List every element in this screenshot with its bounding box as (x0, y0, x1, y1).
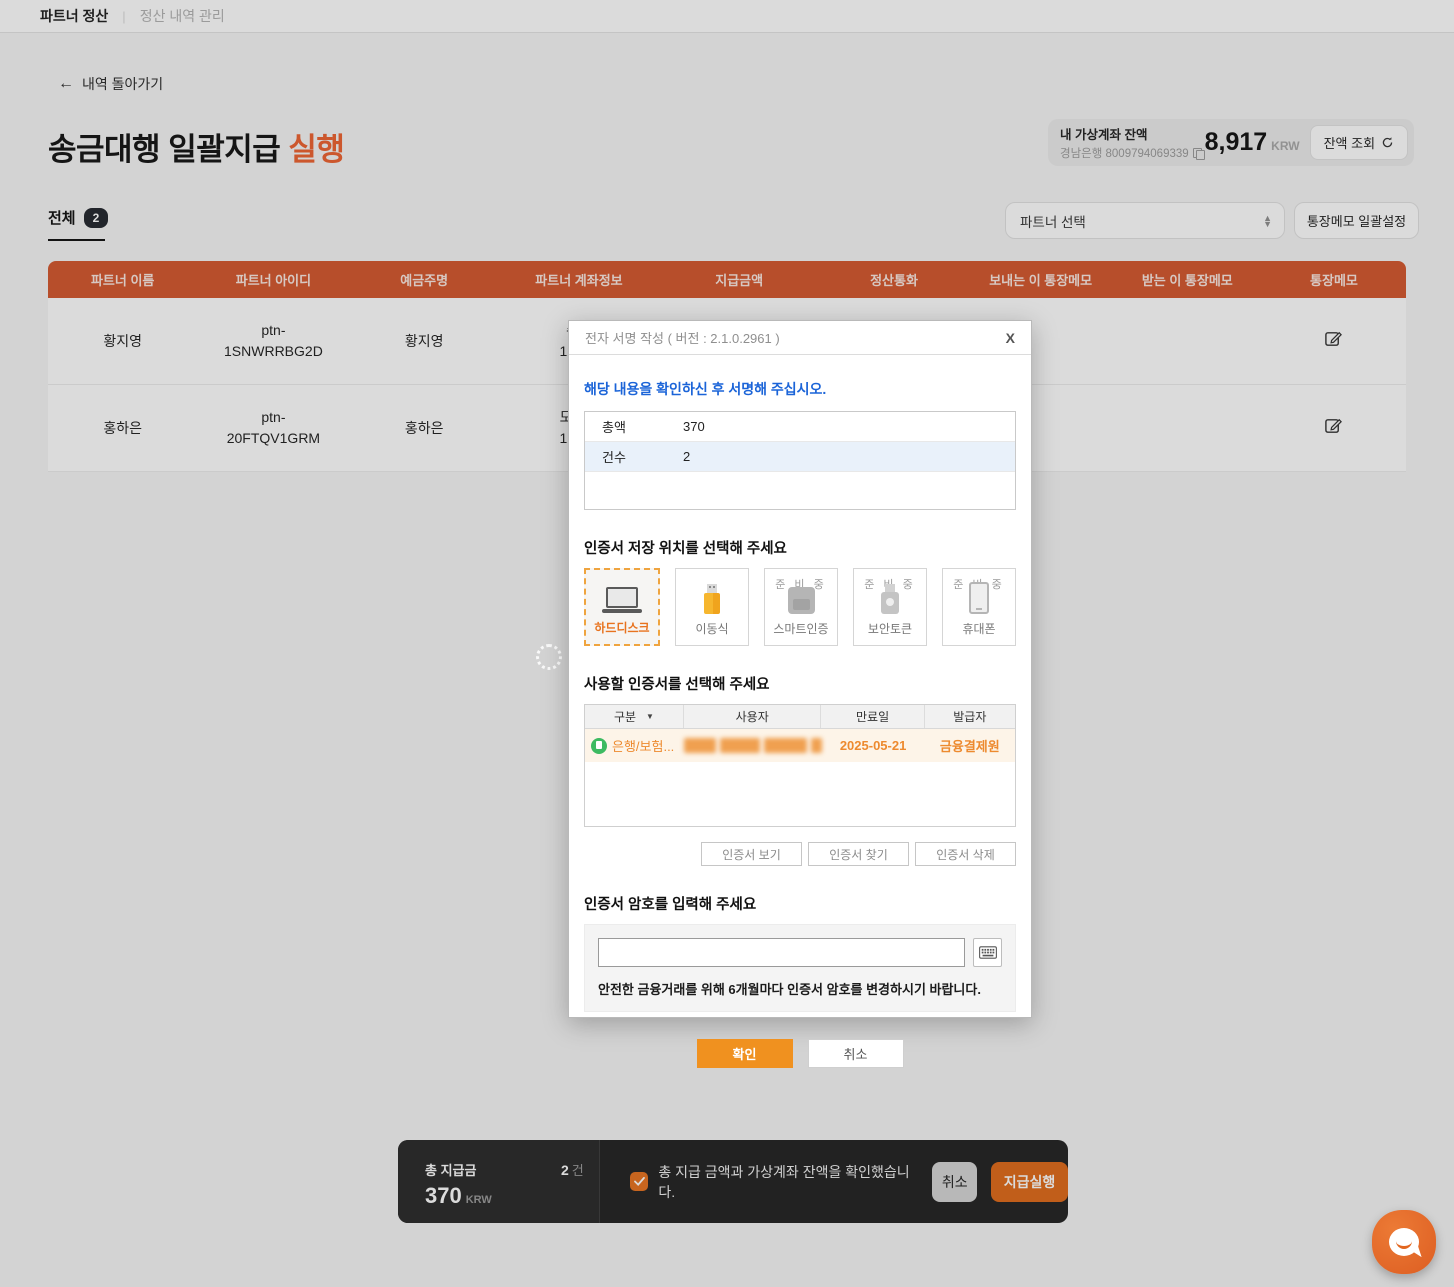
storage-options: 하드디스크 이동식 준 비 중 스마트인증 준 비 중 보안토큰 준 (584, 568, 1016, 646)
cert-delete-button[interactable]: 인증서 삭제 (915, 842, 1016, 866)
certificate-password-input[interactable] (598, 938, 965, 967)
storage-option-smartcert[interactable]: 준 비 중 스마트인증 (764, 568, 838, 646)
phone-icon (969, 582, 989, 614)
virtual-keyboard-button[interactable] (973, 938, 1002, 967)
cert-col-issuer: 발급자 (925, 705, 1015, 728)
filter-icon[interactable]: ▼ (646, 712, 654, 721)
certificate-table-header: 구분▼ 사용자 만료일 발급자 (585, 705, 1015, 729)
password-note: 안전한 금융거래를 위해 6개월마다 인증서 암호를 변경하시기 바랍니다. (598, 979, 1002, 998)
laptop-icon (602, 587, 642, 613)
certificate-table: 구분▼ 사용자 만료일 발급자 은행/보험... 2025-05-21 금융결제… (584, 704, 1016, 827)
cert-col-type: 구분▼ (585, 705, 684, 728)
storage-option-securitytoken[interactable]: 준 비 중 보안토큰 (853, 568, 927, 646)
security-token-icon (881, 584, 899, 614)
chat-launcher-button[interactable] (1372, 1210, 1436, 1274)
storage-location-heading: 인증서 저장 위치를 선택해 주세요 (584, 537, 1016, 558)
modal-title: 전자 서명 작성 ( 버전 : 2.1.0.2961 ) (585, 328, 780, 347)
certificate-user-redacted (684, 738, 822, 753)
certificate-expiry: 2025-05-21 (821, 738, 924, 753)
cert-view-button[interactable]: 인증서 보기 (701, 842, 802, 866)
storage-option-harddisk[interactable]: 하드디스크 (584, 568, 660, 646)
signature-instruction: 해당 내용을 확인하신 후 서명해 주십시오. (584, 379, 1016, 399)
cert-col-user: 사용자 (684, 705, 822, 728)
modal-actions: 확인 취소 (584, 1039, 1016, 1068)
digital-signature-modal: 전자 서명 작성 ( 버전 : 2.1.0.2961 ) X 해당 내용을 확인… (568, 320, 1032, 1018)
certificate-row[interactable]: 은행/보험... 2025-05-21 금융결제원 (585, 729, 1015, 762)
modal-confirm-button[interactable]: 확인 (697, 1039, 793, 1068)
app-window: 파트너 정산 | 정산 내역 관리 테스트 데이터 ← 내역 돌아가기 송금대행… (0, 0, 1454, 1287)
password-panel: 안전한 금융거래를 위해 6개월마다 인증서 암호를 변경하시기 바랍니다. (584, 924, 1016, 1012)
chat-bubble-icon (1389, 1228, 1419, 1256)
password-heading: 인증서 암호를 입력해 주세요 (584, 893, 1016, 914)
certificate-icon (591, 738, 607, 754)
signature-summary-table: 총액 370 건수 2 (584, 411, 1016, 510)
storage-option-mobile[interactable]: 준 비 중 휴대폰 (942, 568, 1016, 646)
cert-find-button[interactable]: 인증서 찾기 (808, 842, 909, 866)
keyboard-icon (979, 946, 997, 959)
summary-row-count: 건수 2 (585, 442, 1015, 472)
storage-option-removable[interactable]: 이동식 (675, 568, 749, 646)
loading-spinner-icon (536, 644, 562, 670)
certificate-issuer: 금융결제원 (925, 736, 1015, 755)
usb-icon (704, 584, 720, 614)
certificate-buttons: 인증서 보기 인증서 찾기 인증서 삭제 (584, 842, 1016, 866)
modal-cancel-button[interactable]: 취소 (808, 1039, 904, 1068)
modal-titlebar: 전자 서명 작성 ( 버전 : 2.1.0.2961 ) X (569, 321, 1031, 355)
close-icon[interactable]: X (1006, 330, 1015, 346)
certificate-select-heading: 사용할 인증서를 선택해 주세요 (584, 673, 1016, 694)
smart-cert-icon (788, 587, 815, 614)
cert-col-expiry: 만료일 (821, 705, 924, 728)
summary-row-total: 총액 370 (585, 412, 1015, 442)
